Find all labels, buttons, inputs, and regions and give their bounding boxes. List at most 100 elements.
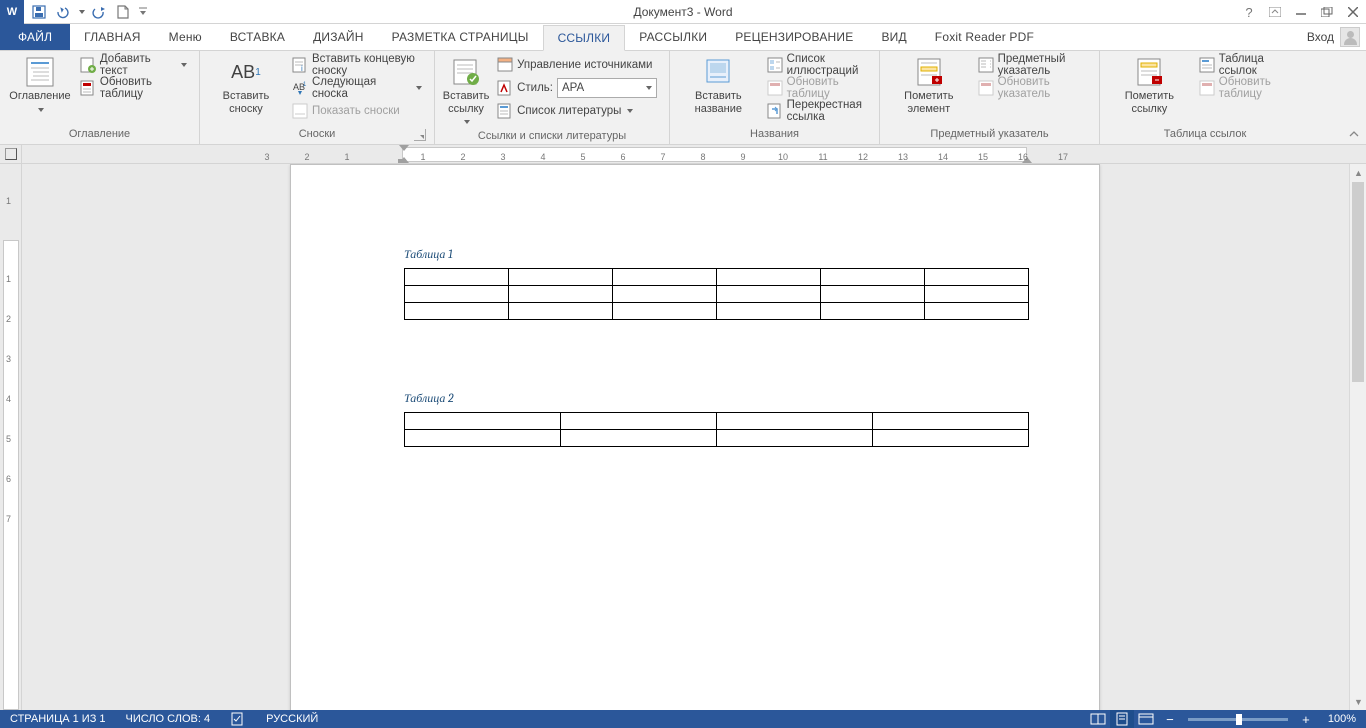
zoom-in[interactable]: + — [1294, 710, 1318, 728]
group-toc-label: Оглавление — [69, 128, 130, 140]
insert-index-icon — [978, 57, 994, 73]
crossref-icon — [767, 103, 783, 119]
tab-design[interactable]: ДИЗАЙН — [299, 24, 378, 50]
citation-style-row: Стиль: APA — [493, 77, 661, 99]
update-authorities-label: Обновить таблицу — [1219, 76, 1298, 100]
tab-file[interactable]: ФАЙЛ — [0, 24, 70, 50]
toc-label: Оглавление — [9, 90, 70, 102]
status-bar: СТРАНИЦА 1 ИЗ 1 ЧИСЛО СЛОВ: 4 РУССКИЙ − … — [0, 710, 1366, 728]
tab-foxit[interactable]: Foxit Reader PDF — [921, 24, 1048, 50]
group-authorities-label: Таблица ссылок — [1164, 128, 1247, 140]
qat-save[interactable] — [28, 1, 50, 23]
insert-caption-label: Вставить название — [682, 90, 755, 115]
add-text-button[interactable]: Добавить текст — [76, 54, 191, 76]
insert-footnote-button[interactable]: AB1 Вставить сноску — [208, 54, 284, 117]
toc-button[interactable]: Оглавление — [8, 54, 72, 117]
ribbon-display-options[interactable] — [1262, 1, 1288, 23]
insert-citation-button[interactable]: Вставить ссылку — [443, 54, 489, 130]
svg-text:1: 1 — [303, 82, 307, 88]
mark-entry-button[interactable]: Пометить элемент — [888, 54, 970, 117]
next-footnote-button[interactable]: AB1 Следующая сноска — [288, 77, 426, 99]
insert-authorities-label: Таблица ссылок — [1219, 53, 1298, 77]
zoom-slider[interactable] — [1188, 718, 1288, 721]
tab-references[interactable]: ССЫЛКИ — [543, 25, 626, 51]
table-2[interactable] — [404, 412, 1029, 447]
footnotes-dialog-launcher[interactable] — [414, 129, 426, 141]
tab-menu[interactable]: Меню — [155, 24, 216, 50]
left-indent[interactable] — [398, 159, 406, 163]
tab-home[interactable]: ГЛАВНАЯ — [70, 24, 154, 50]
status-word-count[interactable]: ЧИСЛО СЛОВ: 4 — [116, 710, 221, 728]
status-language[interactable]: РУССКИЙ — [256, 710, 328, 728]
quick-access-toolbar — [28, 1, 150, 23]
document-canvas[interactable]: Таблица 1 Таблица 2 — [22, 164, 1366, 710]
group-citations-label: Ссылки и списки литературы — [478, 130, 626, 142]
citation-style-select[interactable]: APA — [557, 78, 657, 98]
scroll-down[interactable]: ▼ — [1350, 693, 1366, 710]
cross-reference-button[interactable]: Перекрестная ссылка — [763, 100, 871, 122]
word-app-icon: W — [0, 0, 24, 24]
qat-undo-more[interactable] — [76, 1, 86, 23]
update-authorities-button: Обновить таблицу — [1195, 77, 1302, 99]
first-line-indent[interactable] — [399, 145, 409, 151]
update-figures-label: Обновить таблицу — [787, 76, 867, 100]
tab-view[interactable]: ВИД — [867, 24, 920, 50]
manage-sources-button[interactable]: Управление источниками — [493, 54, 661, 76]
zoom-out[interactable]: − — [1158, 710, 1182, 728]
insert-endnote-label: Вставить концевую сноску — [312, 53, 422, 77]
minimize-button[interactable] — [1288, 1, 1314, 23]
document-title: Документ3 - Word — [633, 5, 732, 19]
illustrations-icon — [767, 57, 783, 73]
update-index-button: Обновить указатель — [974, 77, 1091, 99]
horizontal-ruler[interactable]: 3211234567891011121314151617 — [22, 145, 1366, 163]
bibliography-button[interactable]: Список литературы — [493, 100, 661, 122]
qat-undo[interactable] — [52, 1, 74, 23]
next-footnote-label: Следующая сноска — [312, 76, 410, 100]
tab-insert[interactable]: ВСТАВКА — [216, 24, 299, 50]
table-caption-2: Таблица 2 — [404, 391, 454, 406]
ribbon: Оглавление Добавить текст Обновить табли… — [0, 51, 1366, 145]
toc-icon — [24, 56, 56, 88]
show-footnotes-icon — [292, 103, 308, 119]
status-page[interactable]: СТРАНИЦА 1 ИЗ 1 — [0, 710, 116, 728]
insert-authorities-button[interactable]: Таблица ссылок — [1195, 54, 1302, 76]
qat-new-doc[interactable] — [112, 1, 134, 23]
vertical-scrollbar[interactable]: ▲ ▼ — [1349, 164, 1366, 710]
mark-citation-label: Пометить ссылку — [1112, 90, 1187, 115]
table-of-figures-button[interactable]: Список иллюстраций — [763, 54, 871, 76]
group-captions-label: Названия — [750, 128, 799, 140]
window-controls: ? — [1236, 0, 1366, 24]
view-print-layout[interactable] — [1110, 710, 1134, 728]
status-proofing[interactable] — [220, 710, 256, 728]
vertical-ruler[interactable]: 11234567 — [0, 164, 22, 710]
qat-redo[interactable] — [88, 1, 110, 23]
maximize-button[interactable] — [1314, 1, 1340, 23]
update-figures-icon — [767, 80, 783, 96]
close-button[interactable] — [1340, 1, 1366, 23]
zoom-thumb[interactable] — [1236, 714, 1242, 725]
view-read-mode[interactable] — [1086, 710, 1110, 728]
add-text-icon — [80, 57, 96, 73]
mark-citation-button[interactable]: Пометить ссылку — [1108, 54, 1191, 117]
tab-page-layout[interactable]: РАЗМЕТКА СТРАНИЦЫ — [378, 24, 543, 50]
sign-in[interactable]: Вход — [1307, 24, 1360, 50]
zoom-level[interactable]: 100% — [1318, 710, 1366, 728]
collapse-ribbon-button[interactable] — [1346, 126, 1362, 142]
manage-sources-label: Управление источниками — [517, 59, 652, 71]
help-button[interactable]: ? — [1236, 1, 1262, 23]
group-toc: Оглавление Добавить текст Обновить табли… — [0, 51, 200, 144]
tab-mailings[interactable]: РАССЫЛКИ — [625, 24, 721, 50]
insert-index-button[interactable]: Предметный указатель — [974, 54, 1091, 76]
qat-customize[interactable] — [136, 1, 150, 23]
update-toc-button[interactable]: Обновить таблицу — [76, 77, 191, 99]
style-value: APA — [562, 82, 584, 94]
tab-selector[interactable] — [0, 145, 22, 163]
view-web-layout[interactable] — [1134, 710, 1158, 728]
scroll-up[interactable]: ▲ — [1350, 164, 1366, 181]
insert-endnote-button[interactable]: i Вставить концевую сноску — [288, 54, 426, 76]
show-footnotes-label: Показать сноски — [312, 105, 400, 117]
scroll-thumb[interactable] — [1352, 182, 1364, 382]
tab-review[interactable]: РЕЦЕНЗИРОВАНИЕ — [721, 24, 867, 50]
table-1[interactable] — [404, 268, 1029, 320]
insert-caption-button[interactable]: Вставить название — [678, 54, 759, 117]
